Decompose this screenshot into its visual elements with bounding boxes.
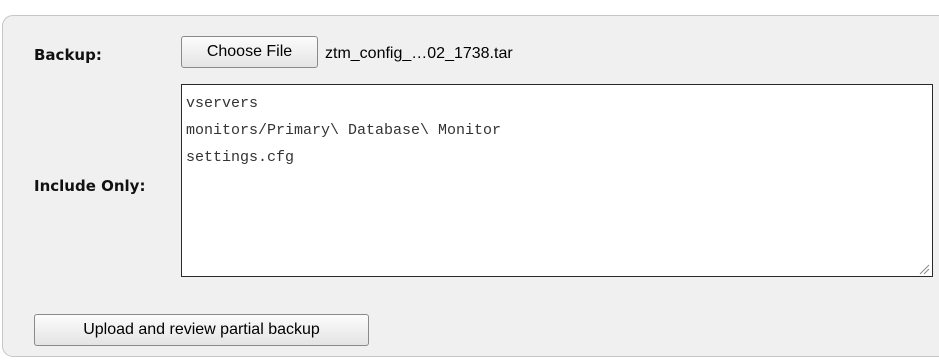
backup-label: Backup: [34,46,102,64]
choose-file-button[interactable]: Choose File [181,36,318,68]
upload-review-button[interactable]: Upload and review partial backup [34,314,369,346]
include-only-textarea[interactable]: vservers monitors/Primary\ Database\ Mon… [181,84,933,277]
include-only-label: Include Only: [34,177,146,195]
resize-grip-icon[interactable] [918,263,930,275]
selected-file-name: ztm_config_…02_1738.tar [325,45,513,62]
